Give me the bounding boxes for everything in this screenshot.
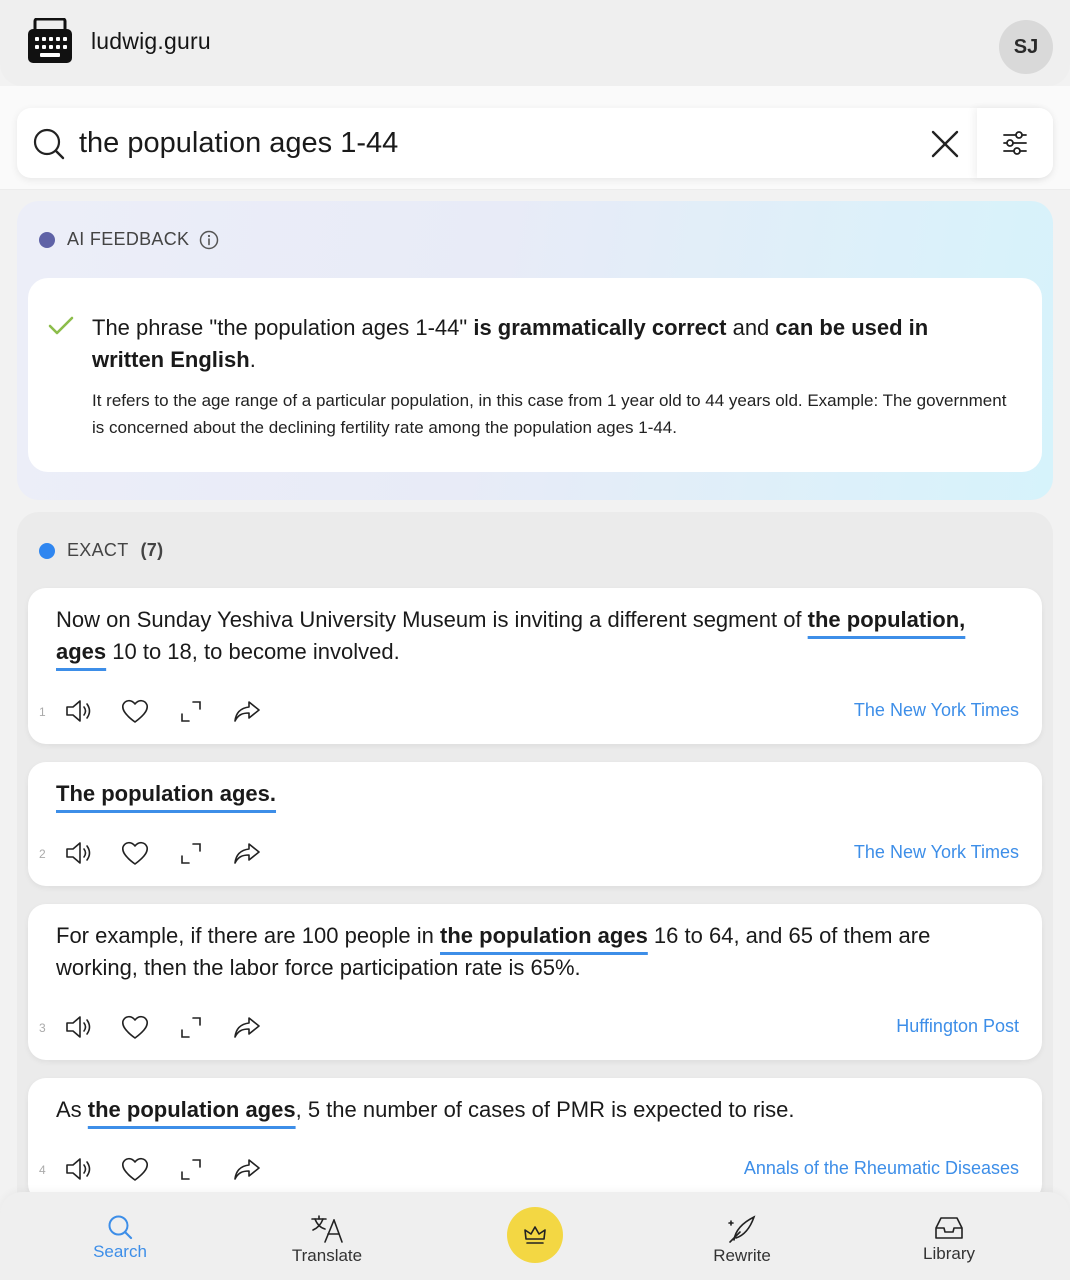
bottom-navigation: Search Translate Rewrite Library	[0, 1192, 1070, 1280]
result-source-link[interactable]: The New York Times	[854, 700, 1019, 721]
check-icon	[48, 316, 74, 335]
share-icon[interactable]	[232, 1154, 262, 1184]
ai-feedback-panel: AI FEEDBACK The phrase "the population a…	[17, 201, 1053, 500]
expand-icon[interactable]	[176, 838, 206, 868]
typewriter-icon[interactable]	[27, 18, 73, 64]
ai-feedback-dot	[39, 231, 55, 248]
nav-library-label: Library	[923, 1244, 975, 1263]
exact-count: (7)	[140, 540, 164, 560]
expand-icon[interactable]	[176, 1012, 206, 1042]
heart-icon[interactable]	[120, 1154, 150, 1184]
app-header: ludwig.guru SJ	[0, 0, 1070, 86]
heart-icon[interactable]	[120, 1012, 150, 1042]
exact-header: EXACT (7)	[39, 540, 163, 561]
search-icon	[33, 128, 65, 160]
sentence-before: As	[56, 1097, 88, 1122]
expand-icon[interactable]	[176, 1154, 206, 1184]
result-rank: 3	[39, 1021, 46, 1035]
ai-explanation: It refers to the age range of a particul…	[92, 391, 1007, 437]
nav-rewrite[interactable]: Rewrite	[682, 1214, 802, 1266]
sliders-icon	[1003, 131, 1027, 155]
search-bar	[17, 108, 1053, 178]
result-actions: 2 The New York Times	[28, 838, 1042, 868]
sentence-match: the population ages	[440, 923, 648, 948]
nav-library[interactable]: Library	[889, 1214, 1009, 1264]
result-rank: 1	[39, 705, 46, 719]
speaker-icon[interactable]	[64, 696, 94, 726]
result-actions: 4 Annals of the Rheumatic Diseases	[28, 1154, 1042, 1184]
premium-button[interactable]	[507, 1207, 563, 1263]
result-card[interactable]: The population ages. 2 The New York Times	[28, 762, 1042, 886]
ai-verdict: The phrase "the population ages 1-44" is…	[92, 312, 992, 376]
nav-translate-label: Translate	[291, 1246, 363, 1265]
ai-feedback-label: AI FEEDBACK	[67, 229, 190, 249]
verdict-end: .	[249, 347, 256, 372]
exact-dot	[39, 542, 55, 559]
translate-icon	[311, 1215, 343, 1243]
share-icon[interactable]	[232, 696, 262, 726]
result-sentence: Now on Sunday Yeshiva University Museum …	[56, 604, 996, 668]
result-actions: 3 Huffington Post	[28, 1012, 1042, 1042]
sentence-before: Now on Sunday Yeshiva University Museum …	[56, 607, 808, 632]
verdict-intro: The phrase "the population ages 1-44"	[92, 315, 474, 340]
user-avatar[interactable]: SJ	[999, 20, 1053, 74]
verdict-correct: is grammatically correct	[473, 315, 727, 340]
search-input[interactable]	[79, 124, 899, 162]
crown-icon	[524, 1226, 546, 1244]
ai-feedback-header: AI FEEDBACK	[39, 229, 219, 250]
result-sentence: For example, if there are 100 people in …	[56, 920, 996, 984]
sentence-before: For example, if there are 100 people in	[56, 923, 441, 948]
result-source-link[interactable]: Annals of the Rheumatic Diseases	[744, 1158, 1019, 1179]
share-icon[interactable]	[232, 838, 262, 868]
result-source-link[interactable]: The New York Times	[854, 842, 1019, 863]
brand-name[interactable]: ludwig.guru	[91, 28, 211, 55]
result-rank: 2	[39, 847, 46, 861]
sentence-match: The population ages.	[56, 781, 277, 806]
result-card[interactable]: As the population ages, 5 the number of …	[28, 1078, 1042, 1202]
info-icon[interactable]	[199, 230, 219, 250]
result-source-link[interactable]: Huffington Post	[896, 1016, 1019, 1037]
sentence-after: , 5 the number of cases of PMR is expect…	[295, 1097, 795, 1122]
verdict-and: and	[726, 315, 776, 340]
result-card[interactable]: For example, if there are 100 people in …	[28, 904, 1042, 1060]
nav-rewrite-label: Rewrite	[713, 1246, 771, 1265]
nav-translate[interactable]: Translate	[267, 1214, 387, 1266]
heart-icon[interactable]	[120, 696, 150, 726]
result-sentence: The population ages.	[56, 778, 996, 810]
speaker-icon[interactable]	[64, 1154, 94, 1184]
ai-feedback-card: The phrase "the population ages 1-44" is…	[28, 278, 1042, 472]
heart-icon[interactable]	[120, 838, 150, 868]
expand-icon[interactable]	[176, 696, 206, 726]
exact-label: EXACT	[67, 540, 129, 560]
clear-search-icon[interactable]	[929, 128, 961, 160]
search-area	[0, 86, 1070, 190]
result-actions: 1 The New York Times	[28, 696, 1042, 726]
library-icon	[935, 1217, 963, 1239]
search-icon	[108, 1215, 133, 1240]
sentence-match: the population ages	[87, 1097, 296, 1122]
filter-button[interactable]	[977, 108, 1053, 178]
share-icon[interactable]	[232, 1012, 262, 1042]
rewrite-icon	[728, 1215, 756, 1243]
result-rank: 4	[39, 1163, 46, 1177]
nav-search[interactable]: Search	[60, 1214, 180, 1262]
result-sentence: As the population ages, 5 the number of …	[56, 1094, 996, 1126]
speaker-icon[interactable]	[64, 838, 94, 868]
speaker-icon[interactable]	[64, 1012, 94, 1042]
nav-search-label: Search	[93, 1242, 147, 1261]
sentence-after: 10 to 18, to become involved.	[106, 639, 400, 664]
result-card[interactable]: Now on Sunday Yeshiva University Museum …	[28, 588, 1042, 744]
